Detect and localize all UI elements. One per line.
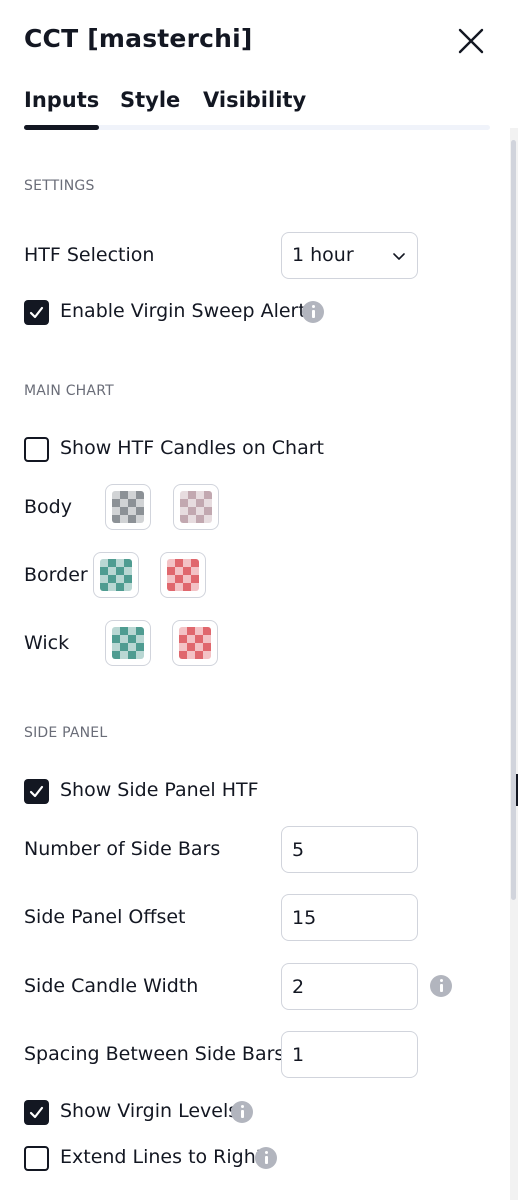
side-panel-offset-input[interactable] bbox=[281, 894, 418, 941]
section-main-chart: MAIN CHART bbox=[24, 383, 114, 399]
extend-lines-right-label[interactable]: Extend Lines to Right bbox=[60, 1146, 263, 1168]
info-icon[interactable] bbox=[430, 975, 452, 997]
virgin-sweep-alerts-label[interactable]: Enable Virgin Sweep Alerts bbox=[60, 300, 316, 322]
wick-up-color-swatch[interactable] bbox=[105, 620, 151, 666]
show-side-panel-label[interactable]: Show Side Panel HTF bbox=[60, 779, 259, 801]
virgin-sweep-alerts-checkbox[interactable] bbox=[24, 300, 49, 325]
border-down-color-swatch[interactable] bbox=[160, 552, 206, 598]
htf-selection-dropdown[interactable]: 1 hour bbox=[281, 232, 418, 279]
number-of-side-bars-input[interactable] bbox=[281, 826, 418, 873]
tab-inputs[interactable]: Inputs bbox=[24, 88, 100, 130]
side-candle-width-label: Side Candle Width bbox=[24, 975, 199, 997]
chevron-down-icon bbox=[393, 253, 405, 260]
extend-lines-right-checkbox[interactable] bbox=[24, 1146, 49, 1171]
tab-bar: Inputs Style Visibility bbox=[24, 88, 490, 132]
section-side-panel: SIDE PANEL bbox=[24, 725, 108, 741]
htf-selection-label: HTF Selection bbox=[24, 244, 155, 266]
border-down-color-fill bbox=[167, 559, 199, 591]
border-up-color-swatch[interactable] bbox=[93, 552, 139, 598]
side-candle-width-input[interactable] bbox=[281, 963, 418, 1010]
spacing-between-side-bars-input[interactable] bbox=[281, 1031, 418, 1078]
tab-visibility[interactable]: Visibility bbox=[203, 88, 306, 112]
border-label: Border bbox=[24, 564, 88, 586]
spacing-between-side-bars-label: Spacing Between Side Bars bbox=[24, 1043, 285, 1065]
body-up-color-swatch[interactable] bbox=[105, 484, 151, 530]
wick-label: Wick bbox=[24, 632, 70, 654]
show-htf-candles-label[interactable]: Show HTF Candles on Chart bbox=[60, 437, 324, 459]
body-down-color-fill bbox=[180, 491, 212, 523]
info-icon[interactable] bbox=[255, 1147, 277, 1169]
checkmark-icon bbox=[29, 785, 44, 798]
body-label: Body bbox=[24, 496, 72, 518]
show-htf-candles-checkbox[interactable] bbox=[24, 437, 49, 462]
number-of-side-bars-label: Number of Side Bars bbox=[24, 838, 221, 860]
checkmark-icon bbox=[29, 1106, 44, 1119]
wick-down-color-swatch[interactable] bbox=[172, 620, 218, 666]
tab-style[interactable]: Style bbox=[120, 88, 180, 112]
border-up-color-fill bbox=[100, 559, 132, 591]
side-panel-offset-label: Side Panel Offset bbox=[24, 906, 186, 928]
body-down-color-swatch[interactable] bbox=[173, 484, 219, 530]
htf-selection-value: 1 hour bbox=[292, 244, 354, 266]
close-icon[interactable] bbox=[456, 26, 486, 56]
dialog-title: CCT [masterchi] bbox=[24, 24, 253, 53]
body-up-color-fill bbox=[112, 491, 144, 523]
wick-up-color-fill bbox=[112, 627, 144, 659]
section-settings: SETTINGS bbox=[24, 178, 95, 194]
show-virgin-levels-label[interactable]: Show Virgin Levels bbox=[60, 1100, 238, 1122]
show-virgin-levels-checkbox[interactable] bbox=[24, 1100, 49, 1125]
wick-down-color-fill bbox=[179, 627, 211, 659]
checkmark-icon bbox=[29, 306, 44, 319]
info-icon[interactable] bbox=[302, 301, 324, 323]
info-icon[interactable] bbox=[231, 1101, 253, 1123]
show-side-panel-checkbox[interactable] bbox=[24, 779, 49, 804]
